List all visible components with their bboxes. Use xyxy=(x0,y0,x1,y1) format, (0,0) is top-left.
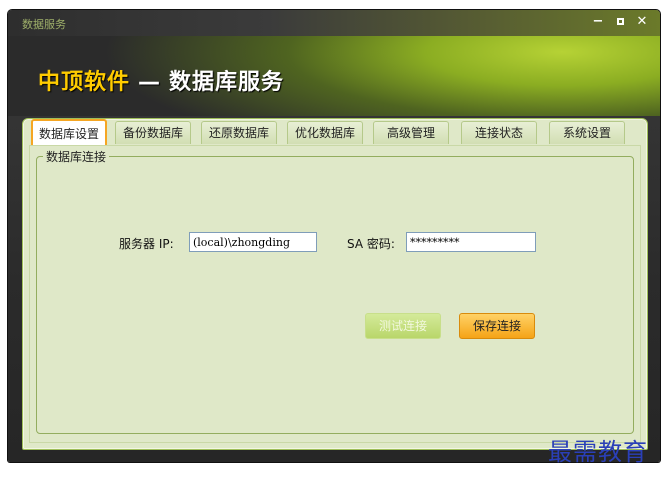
tab-advanced-management[interactable]: 高级管理 xyxy=(373,121,449,144)
tab-restore-database[interactable]: 还原数据库 xyxy=(201,121,277,144)
title-bar[interactable]: 数据服务 − ✕ xyxy=(8,10,660,36)
main-panel: 数据库设置 备份数据库 还原数据库 优化数据库 高级管理 连接状态 系统设置 数… xyxy=(22,118,648,450)
tab-backup-database[interactable]: 备份数据库 xyxy=(115,121,191,144)
tab-database-settings[interactable]: 数据库设置 xyxy=(31,119,107,145)
tab-optimize-database[interactable]: 优化数据库 xyxy=(287,121,363,144)
sa-password-label: SA 密码: xyxy=(347,237,395,251)
server-ip-label: 服务器 IP: xyxy=(119,237,174,251)
brand-name: 中顶软件 xyxy=(38,70,131,95)
banner: 中顶软件 — 数据库服务 xyxy=(8,36,660,116)
tab-system-settings[interactable]: 系统设置 xyxy=(549,121,625,144)
watermark: 最需教育 xyxy=(548,438,648,466)
connection-group-title: 数据库连接 xyxy=(43,148,110,165)
sa-password-input[interactable] xyxy=(406,232,536,252)
app-window: 数据服务 − ✕ 中顶软件 — 数据库服务 数据库设置 备份数据库 还原数据库 优化… xyxy=(8,10,660,462)
banner-title: 中顶软件 — 数据库服务 xyxy=(38,64,284,96)
service-name: 数据库服务 xyxy=(169,70,285,95)
test-connection-button[interactable]: 测试连接 xyxy=(365,313,441,339)
minimize-button[interactable]: − xyxy=(590,14,606,30)
tab-content: 数据库连接 服务器 IP: SA 密码: 测试连接 保存连接 xyxy=(29,145,641,443)
maximize-button[interactable] xyxy=(612,14,628,30)
save-connection-button[interactable]: 保存连接 xyxy=(459,313,535,339)
connection-groupbox: 数据库连接 服务器 IP: SA 密码: 测试连接 保存连接 xyxy=(36,148,634,434)
window-title: 数据服务 xyxy=(22,18,66,31)
banner-separator: — xyxy=(138,70,162,95)
close-button[interactable]: ✕ xyxy=(634,14,650,30)
server-ip-input[interactable] xyxy=(189,232,317,252)
maximize-icon xyxy=(616,18,624,25)
tab-connection-status[interactable]: 连接状态 xyxy=(461,121,537,144)
